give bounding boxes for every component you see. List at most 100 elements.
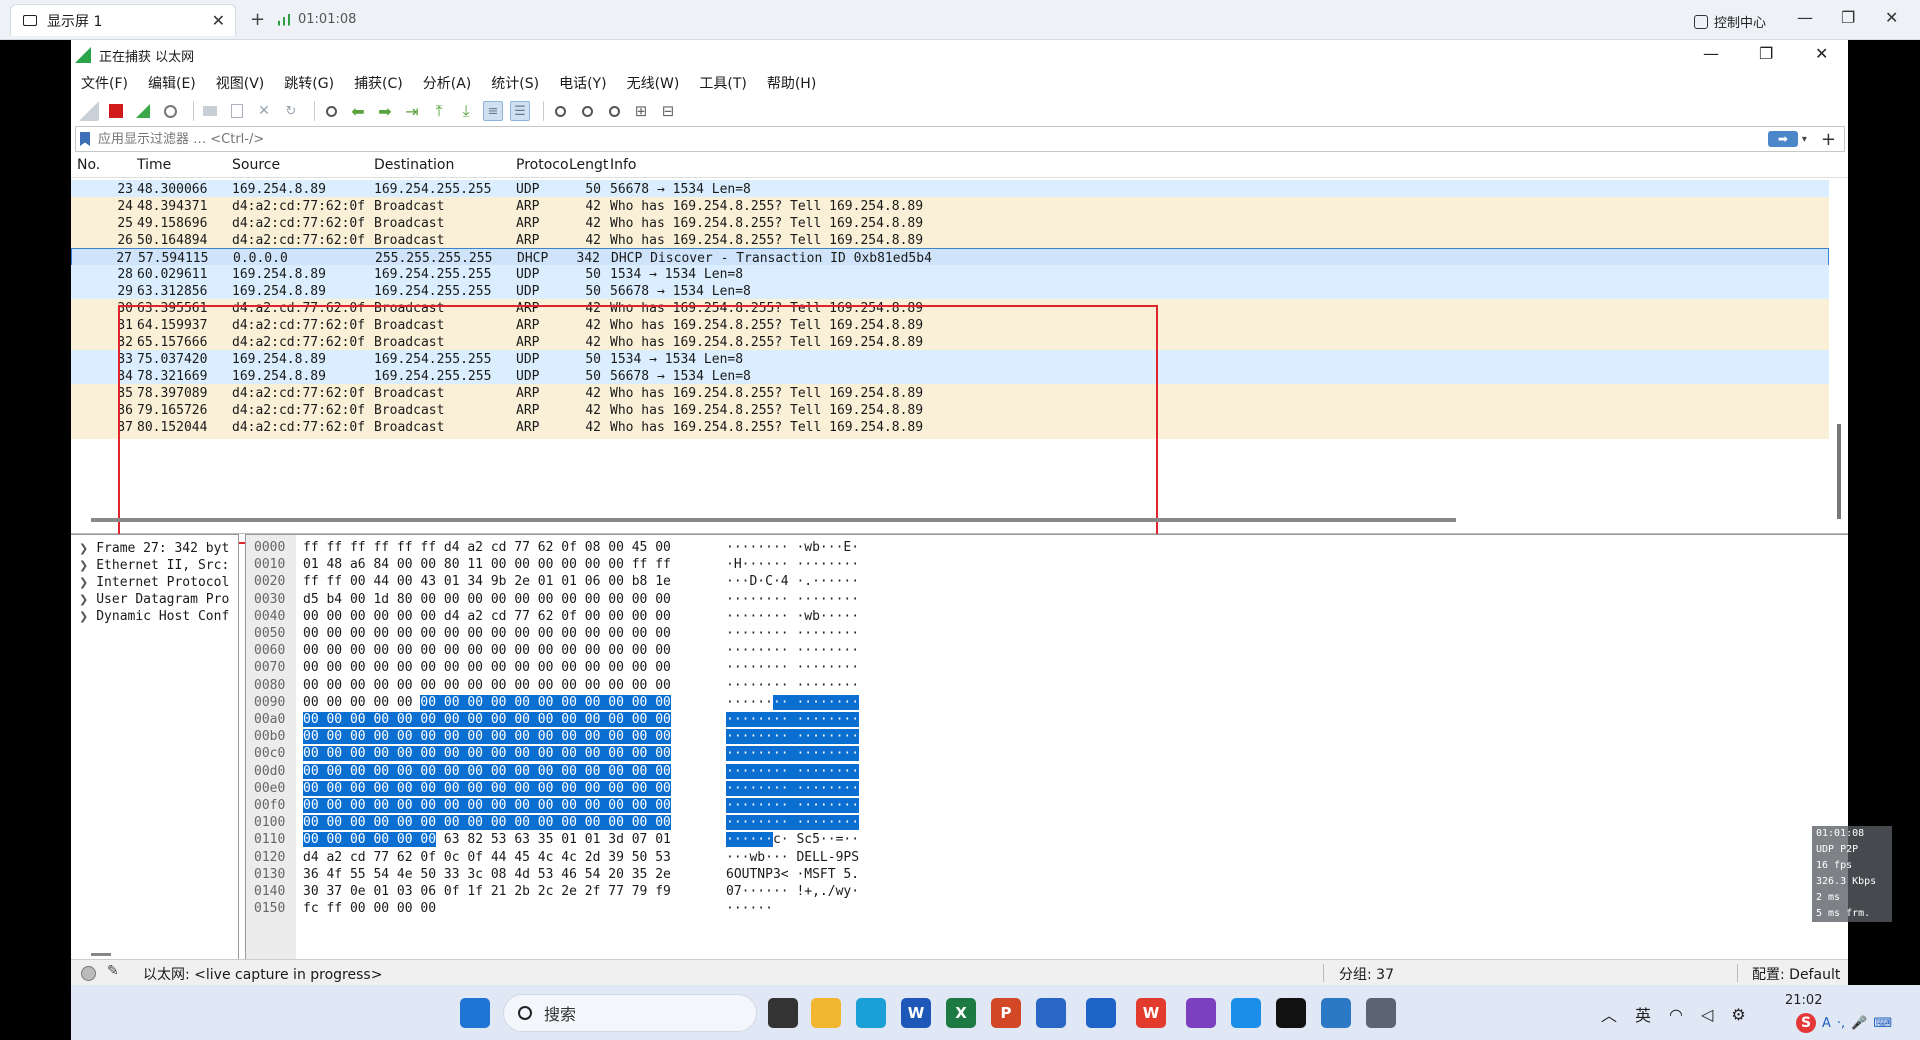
hex-bytes: 00 00 00 00 00 00 00 00 00 00 00 00 00 0… (303, 712, 671, 727)
column-time[interactable]: Time (137, 157, 171, 173)
ime-language[interactable]: 英 (1635, 1002, 1651, 1026)
tree-node-frame[interactable]: ❯ Frame 27: 342 byt (79, 541, 229, 556)
wifi-icon[interactable]: ◠ (1669, 1005, 1683, 1024)
remote-desktop-icon[interactable] (1321, 998, 1351, 1028)
colorize-icon[interactable]: ☰ (510, 101, 530, 121)
word-icon[interactable]: W (901, 998, 931, 1028)
start-icon[interactable] (460, 998, 490, 1028)
tree-node-udp[interactable]: ❯ User Datagram Pro (79, 592, 229, 607)
menu-go[interactable]: 跳转(G) (284, 73, 334, 93)
resize-columns-icon[interactable]: ⊞ (631, 101, 651, 121)
close-file-icon[interactable]: ✕ (254, 101, 274, 121)
details-hscroll[interactable] (91, 953, 111, 956)
file-explorer-icon[interactable] (811, 998, 841, 1028)
keyboard-icon[interactable]: ⌨ (1873, 1016, 1892, 1031)
close-tab-icon[interactable]: ✕ (212, 11, 225, 30)
menu-file[interactable]: 文件(F) (81, 73, 128, 93)
column-protocol[interactable]: Protoco (516, 157, 569, 173)
wireshark-icon[interactable] (1086, 998, 1116, 1028)
tree-node-ip[interactable]: ❯ Internet Protocol (79, 575, 229, 590)
arrow-right-icon[interactable]: ➡ (1767, 131, 1798, 147)
open-file-icon[interactable] (200, 101, 220, 121)
gear-icon[interactable]: ⚙ (1731, 1005, 1745, 1024)
packet-list-vscroll[interactable] (1837, 424, 1841, 519)
go-first-icon[interactable]: ⤒ (429, 101, 449, 121)
start-capture-icon[interactable] (79, 101, 99, 121)
filter-dropdown-icon[interactable]: ▾ (1802, 134, 1807, 145)
menu-view[interactable]: 视图(V) (216, 73, 265, 93)
column-no[interactable]: No. (77, 157, 100, 173)
menu-capture[interactable]: 捕获(C) (354, 73, 403, 93)
display-filter-input[interactable] (96, 130, 1768, 148)
session-stats[interactable]: 01:01:08 (278, 12, 356, 27)
microphone-icon[interactable]: 🎤 (1851, 1016, 1867, 1031)
expert-info-icon[interactable] (81, 966, 96, 981)
go-to-packet-icon[interactable]: ⇥ (402, 101, 422, 121)
punctuation-icon[interactable]: ·, (1837, 1016, 1845, 1031)
restart-capture-icon[interactable] (133, 101, 153, 121)
zoom-reset-icon[interactable] (604, 101, 624, 121)
chevron-up-icon[interactable]: ︿ (1601, 1002, 1617, 1026)
clock[interactable]: 21:02 (1785, 993, 1822, 1008)
app-blue-icon[interactable] (1231, 998, 1261, 1028)
sogou-ime-icon[interactable]: S (1796, 1013, 1816, 1033)
packet-list-hscroll[interactable] (91, 518, 1456, 522)
outer-restore-button[interactable]: ❐ (1841, 8, 1855, 27)
hex-bytes: 00 00 00 00 00 00 63 82 53 63 35 01 01 3… (303, 832, 671, 848)
column-length[interactable]: Lengt (569, 157, 608, 173)
save-file-icon[interactable] (227, 101, 247, 121)
zoom-in-icon[interactable] (550, 101, 570, 121)
signal-bars-icon (278, 13, 290, 26)
excel-icon[interactable]: X (946, 998, 976, 1028)
menu-statistics[interactable]: 统计(S) (491, 73, 539, 93)
go-forward-icon[interactable]: ➡ (375, 101, 395, 121)
volume-icon[interactable]: ◁ (1701, 1005, 1713, 1024)
menu-edit[interactable]: 编辑(E) (148, 73, 196, 93)
stop-capture-icon[interactable] (106, 101, 126, 121)
packet-no-cell: 27 (116, 251, 132, 266)
layout-icon[interactable]: ⊟ (658, 101, 678, 121)
menu-wireless[interactable]: 无线(W) (627, 73, 680, 93)
taskbar-search[interactable]: 搜索 (503, 994, 757, 1032)
go-back-icon[interactable]: ⬅ (348, 101, 368, 121)
photos-icon[interactable] (1036, 998, 1066, 1028)
wps-icon[interactable]: W (1136, 998, 1166, 1028)
profile-label[interactable]: 配置: Default (1752, 964, 1840, 984)
outer-close-button[interactable]: ✕ (1885, 8, 1898, 27)
tree-node-dhcp[interactable]: ❯ Dynamic Host Conf (79, 609, 229, 624)
find-packet-icon[interactable] (321, 101, 341, 121)
column-source[interactable]: Source (232, 157, 280, 173)
display-tab[interactable]: 显示屏 1 ✕ (10, 4, 236, 36)
restore-button[interactable]: ❐ (1759, 44, 1773, 63)
bookmark-icon[interactable] (80, 132, 90, 146)
reload-file-icon[interactable]: ↻ (281, 101, 301, 121)
hex-ascii: ········ ········ (726, 729, 860, 745)
jetbrains-icon[interactable] (1276, 998, 1306, 1028)
menu-tools[interactable]: 工具(T) (699, 73, 746, 93)
menu-analyze[interactable]: 分析(A) (423, 73, 472, 93)
column-destination[interactable]: Destination (374, 157, 454, 173)
capture-options-icon[interactable] (160, 101, 180, 121)
go-last-icon[interactable]: ⤓ (456, 101, 476, 121)
edge-icon[interactable] (856, 998, 886, 1028)
menu-help[interactable]: 帮助(H) (767, 73, 816, 93)
settings-icon[interactable] (1366, 998, 1396, 1028)
outer-minimize-button[interactable]: — (1797, 8, 1813, 27)
powerpoint-icon[interactable]: P (991, 998, 1021, 1028)
column-info[interactable]: Info (610, 157, 637, 173)
visual-studio-icon[interactable] (1186, 998, 1216, 1028)
auto-scroll-icon[interactable]: ≡ (483, 101, 503, 121)
ime-mode[interactable]: A (1822, 1016, 1831, 1031)
minimize-button[interactable]: — (1703, 44, 1719, 63)
add-filter-button[interactable]: + (1821, 129, 1836, 150)
menu-telephony[interactable]: 电话(Y) (559, 73, 606, 93)
control-center-button[interactable]: 控制中心 (1694, 12, 1766, 31)
new-tab-button[interactable]: + (250, 9, 265, 30)
zoom-out-icon[interactable] (577, 101, 597, 121)
task-view-icon[interactable] (768, 998, 798, 1028)
close-button[interactable]: ✕ (1815, 44, 1828, 63)
hex-ascii: ········ ········ (726, 626, 860, 641)
tree-node-ethernet[interactable]: ❯ Ethernet II, Src: (79, 558, 229, 573)
ime-toolbar: S A ·, 🎤 ⌨ (1796, 1013, 1898, 1033)
capture-comment-icon[interactable]: ✎ (107, 963, 119, 979)
